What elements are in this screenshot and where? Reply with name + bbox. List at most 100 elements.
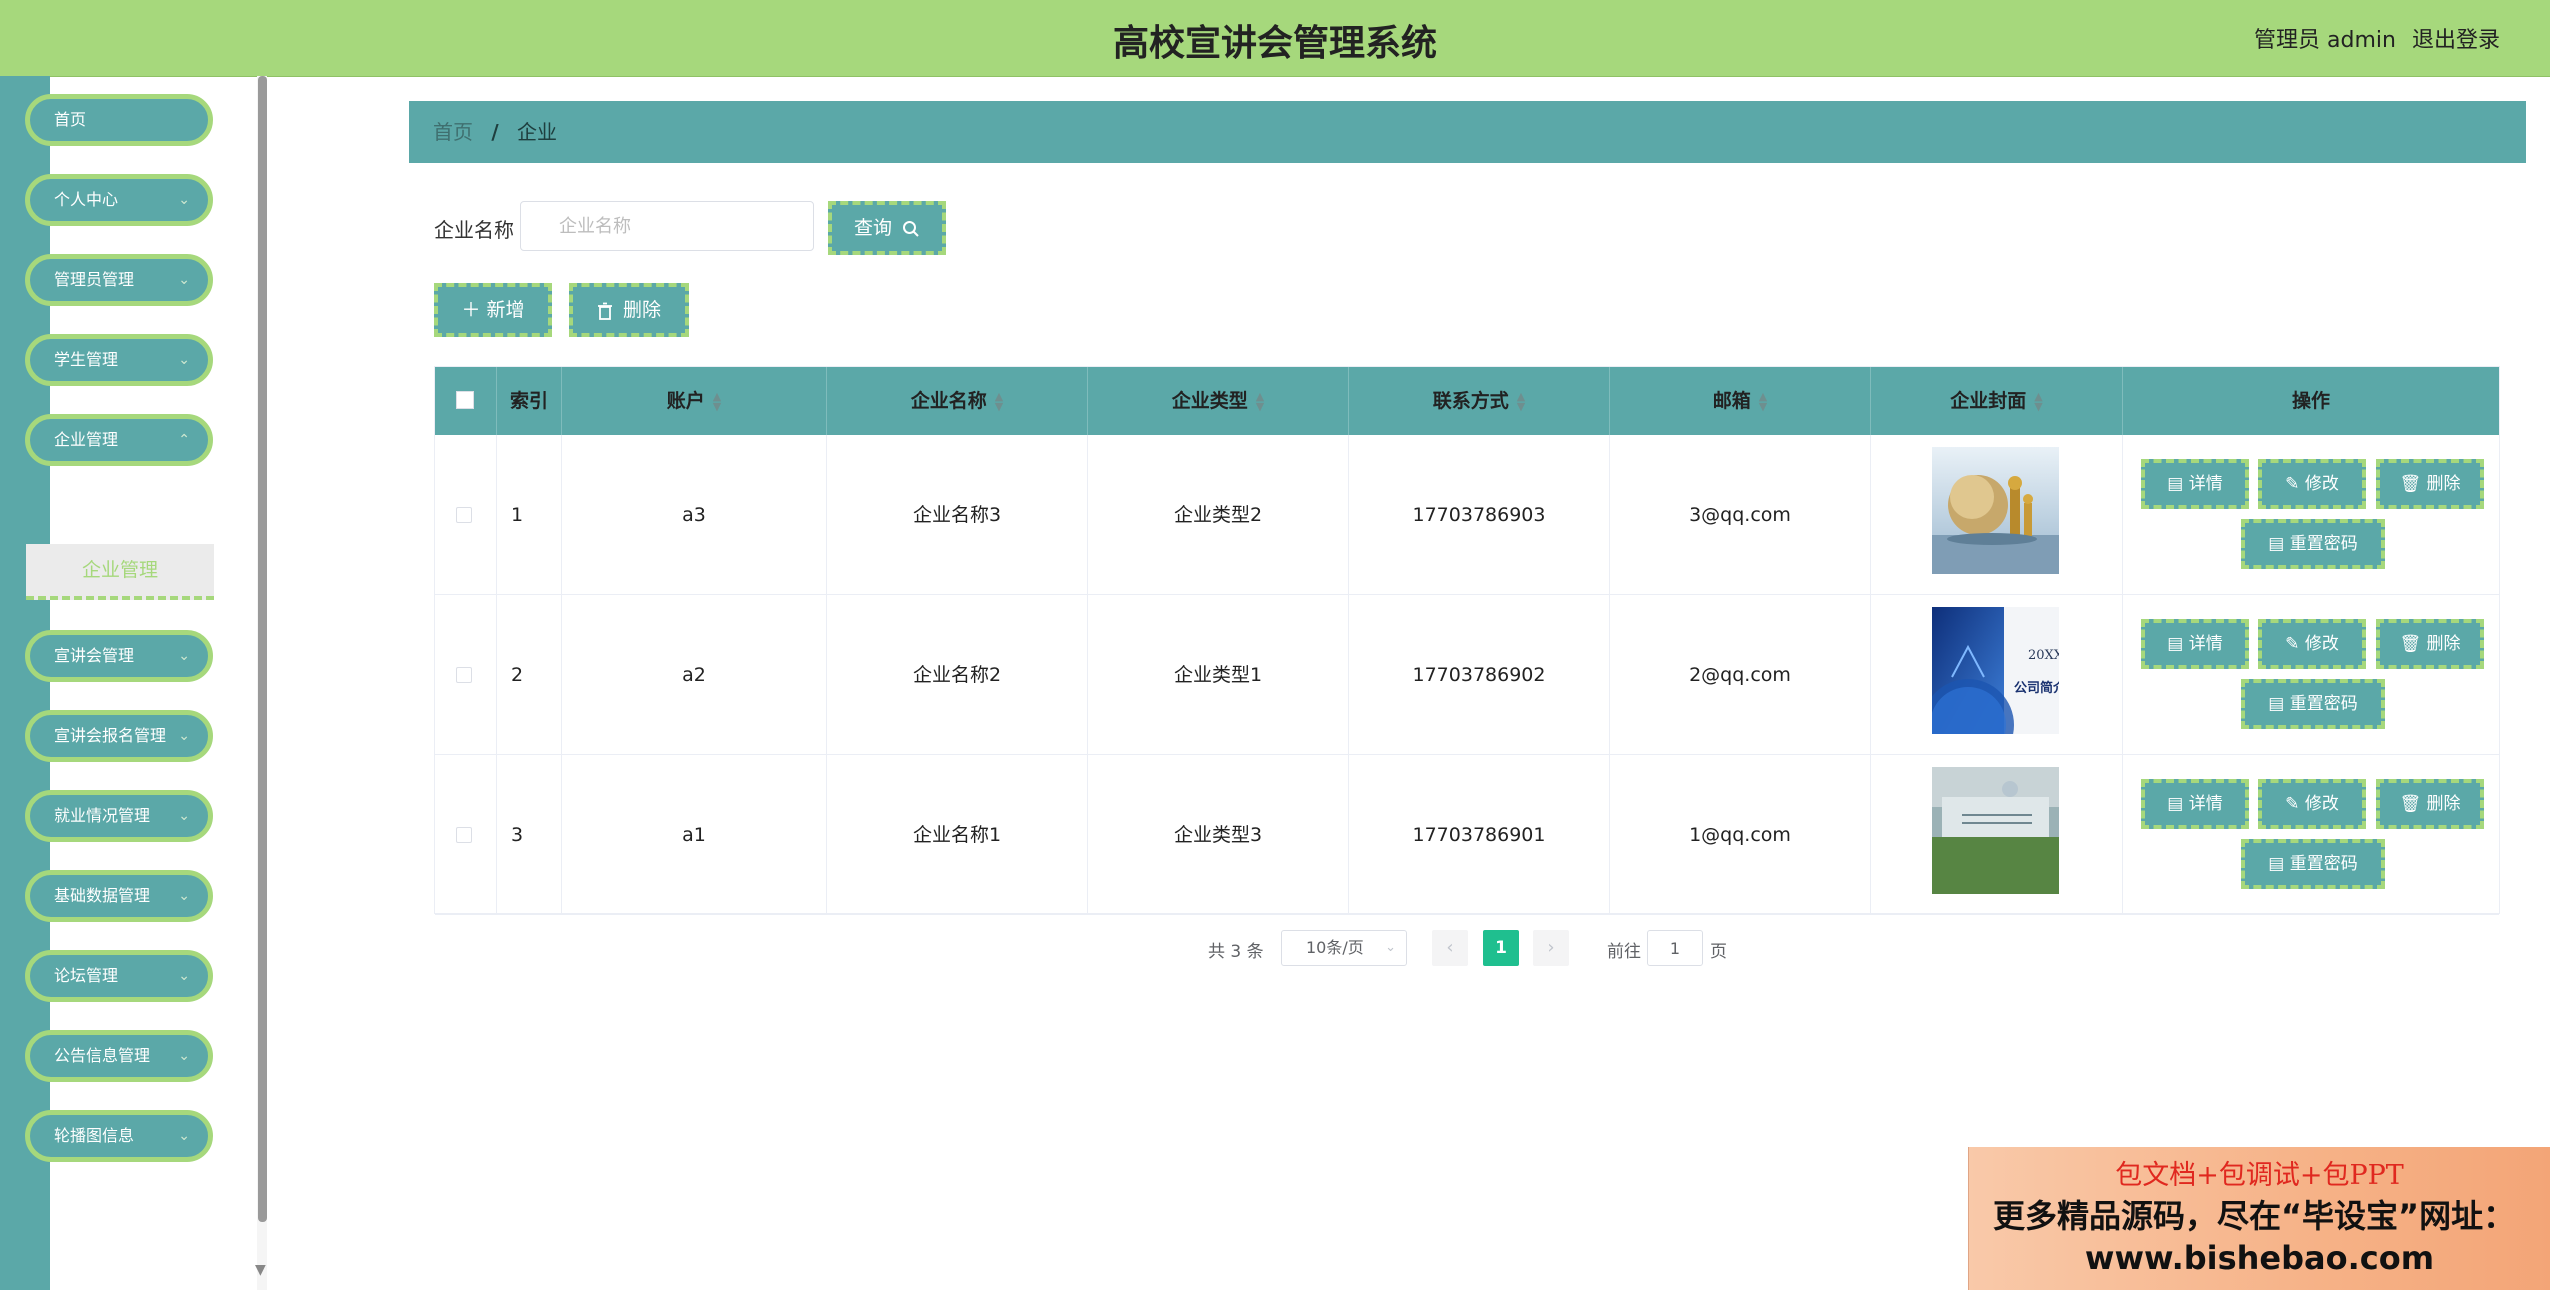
- column-header-contact[interactable]: 联系方式 ▲ ▼: [1349, 367, 1610, 435]
- row-checkbox[interactable]: [456, 507, 472, 523]
- sidebar-item-home[interactable]: 首页: [25, 94, 213, 146]
- sidebar-item-forum-management[interactable]: 论坛管理 ⌄: [25, 950, 213, 1002]
- sidebar-item-basic-data-management[interactable]: 基础数据管理 ⌄: [25, 870, 213, 922]
- goto-page-input[interactable]: [1647, 930, 1703, 966]
- sort-icon[interactable]: ▲ ▼: [2034, 391, 2042, 412]
- pencil-icon: ✎: [2285, 474, 2305, 494]
- sort-icon[interactable]: ▲ ▼: [1256, 391, 1264, 412]
- sidebar-item-admin-management[interactable]: 管理员管理 ⌄: [25, 254, 213, 306]
- sidebar-item-label: 首页: [54, 110, 87, 129]
- enterprise-cover-image[interactable]: [1932, 767, 2059, 894]
- next-page-button[interactable]: ›: [1533, 930, 1569, 966]
- scroll-down-arrow-icon[interactable]: ▼: [255, 1262, 266, 1278]
- sort-icon[interactable]: ▲ ▼: [713, 391, 721, 412]
- row-select-cell: [435, 435, 497, 595]
- sidebar-scrollbar-thumb[interactable]: [258, 76, 267, 1222]
- column-header-label: 邮箱: [1712, 390, 1751, 412]
- edit-button-label: 修改: [2304, 634, 2339, 654]
- sidebar-item-student-management[interactable]: 学生管理 ⌄: [25, 334, 213, 386]
- search-icon: [903, 220, 919, 237]
- column-header-account[interactable]: 账户 ▲ ▼: [562, 367, 827, 435]
- enterprise-cover-image[interactable]: [1932, 447, 2059, 574]
- breadcrumb-separator: /: [491, 120, 499, 144]
- detail-button[interactable]: ▤ 详情: [2141, 459, 2249, 509]
- prev-page-button[interactable]: ‹: [1432, 930, 1468, 966]
- chevron-left-icon: ‹: [1446, 937, 1454, 958]
- doc-icon: ▤: [2268, 534, 2290, 554]
- sidebar-item-notice-management[interactable]: 公告信息管理 ⌄: [25, 1030, 213, 1082]
- page-number-current[interactable]: 1: [1483, 930, 1519, 966]
- sort-icon[interactable]: ▲ ▼: [1517, 391, 1525, 412]
- cell-index: 2: [497, 595, 562, 755]
- chevron-down-icon: ⌄: [1385, 940, 1396, 955]
- batch-delete-button[interactable]: 删除: [569, 283, 689, 337]
- doc-icon: ▤: [2167, 794, 2189, 814]
- sidebar-item-seminar-management[interactable]: 宣讲会管理 ⌄: [25, 630, 213, 682]
- edit-button[interactable]: ✎ 修改: [2258, 779, 2366, 829]
- sort-icon[interactable]: ▲ ▼: [1759, 391, 1767, 412]
- cover-text-year: 20XX: [2028, 648, 2059, 663]
- column-header-label: 操作: [2291, 390, 2330, 412]
- chevron-down-icon: ⌄: [178, 1048, 190, 1064]
- edit-button[interactable]: ✎ 修改: [2258, 459, 2366, 509]
- sidebar-item-label: 公告信息管理: [54, 1046, 151, 1065]
- search-label: 企业名称: [434, 218, 514, 242]
- edit-button[interactable]: ✎ 修改: [2258, 619, 2366, 669]
- chevron-down-icon: ⌄: [178, 1128, 190, 1144]
- logout-link[interactable]: 退出登录: [2412, 22, 2500, 54]
- sidebar-item-carousel-info[interactable]: 轮播图信息 ⌄: [25, 1110, 213, 1162]
- detail-button[interactable]: ▤ 详情: [2141, 619, 2249, 669]
- sidebar-item-personal-center[interactable]: 个人中心 ⌄: [25, 174, 213, 226]
- sidebar-item-label: 宣讲会管理: [54, 646, 135, 665]
- delete-button[interactable]: 🗑︎ 删除: [2376, 619, 2484, 669]
- promo-url: www.bishebao.com: [2084, 1239, 2435, 1277]
- add-button[interactable]: ＋ 新增: [434, 283, 552, 337]
- admin-label: 管理员 admin: [2254, 28, 2396, 53]
- column-header-email[interactable]: 邮箱 ▲ ▼: [1610, 367, 1871, 435]
- cell-index: 3: [497, 755, 562, 915]
- delete-button[interactable]: 🗑︎ 删除: [2376, 459, 2484, 509]
- page-size-select[interactable]: 10条/页 ⌄: [1281, 930, 1407, 966]
- cell-account: a1: [562, 755, 827, 915]
- delete-button[interactable]: 🗑︎ 删除: [2376, 779, 2484, 829]
- chevron-down-icon: ⌄: [178, 272, 190, 288]
- detail-button[interactable]: ▤ 详情: [2141, 779, 2249, 829]
- sidebar-item-seminar-signup-management[interactable]: 宣讲会报名管理 ⌄: [25, 710, 213, 762]
- delete-button-label: 删除: [2426, 634, 2461, 654]
- enterprise-cover-image[interactable]: 20XX 公司简介: [1932, 607, 2059, 734]
- cell-contact: 17703786903: [1349, 435, 1610, 595]
- enterprise-table: 索引 账户 ▲ ▼ 企业名称 ▲ ▼ 企业类型 ▲ ▼ 联系方式 ▲ ▼ 邮箱 ▲ ▼ 企业封面 ▲ ▼…: [434, 366, 2500, 915]
- column-header-enterprise-name[interactable]: 企业名称 ▲ ▼: [827, 367, 1088, 435]
- column-header-label: 企业名称: [910, 390, 987, 412]
- breadcrumb-current: 企业: [517, 120, 558, 144]
- breadcrumb-home[interactable]: 首页: [433, 120, 473, 144]
- table-row: 1 a3 企业名称3 企业类型2 17703786903 3@qq.com ▤ …: [435, 435, 2499, 595]
- row-checkbox[interactable]: [456, 827, 472, 843]
- query-button[interactable]: 查询: [828, 201, 946, 255]
- reset-password-button[interactable]: ▤ 重置密码: [2241, 679, 2385, 729]
- cell-email: 2@qq.com: [1610, 595, 1871, 755]
- reset-password-button[interactable]: ▤ 重置密码: [2241, 839, 2385, 889]
- cell-contact: 17703786902: [1349, 595, 1610, 755]
- table-row: 3 a1 企业名称1 企业类型3 17703786901 1@qq.com ▤ …: [435, 755, 2499, 915]
- detail-button-label: 详情: [2188, 474, 2223, 494]
- sidebar-item-label: 个人中心: [54, 190, 119, 209]
- edit-button-label: 修改: [2304, 474, 2339, 494]
- reset-password-button-label: 重置密码: [2289, 694, 2358, 714]
- cell-enterprise-name: 企业名称1: [827, 755, 1088, 915]
- app-title: 高校宣讲会管理系统: [1112, 23, 1437, 64]
- select-all-checkbox[interactable]: [456, 391, 474, 409]
- enterprise-name-search-input[interactable]: [520, 201, 814, 251]
- sidebar-item-employment-management[interactable]: 就业情况管理 ⌄: [25, 790, 213, 842]
- promo-line-2: 更多精品源码，尽在“毕设宝”网址：: [1993, 1197, 2516, 1235]
- column-header-cover[interactable]: 企业封面 ▲ ▼: [1871, 367, 2123, 435]
- submenu-item-enterprise-management[interactable]: 企业管理: [26, 544, 214, 600]
- sidebar-item-enterprise-management[interactable]: 企业管理 ⌃: [25, 414, 213, 466]
- column-header-enterprise-type[interactable]: 企业类型 ▲ ▼: [1088, 367, 1349, 435]
- promo-line-1: 包文档+包调试+包PPT: [2115, 1160, 2404, 1191]
- sidebar-item-label: 企业管理: [54, 430, 119, 449]
- reset-password-button[interactable]: ▤ 重置密码: [2241, 519, 2385, 569]
- sort-icon[interactable]: ▲ ▼: [995, 391, 1003, 412]
- row-checkbox[interactable]: [456, 667, 472, 683]
- goto-suffix: 页: [1710, 942, 1727, 962]
